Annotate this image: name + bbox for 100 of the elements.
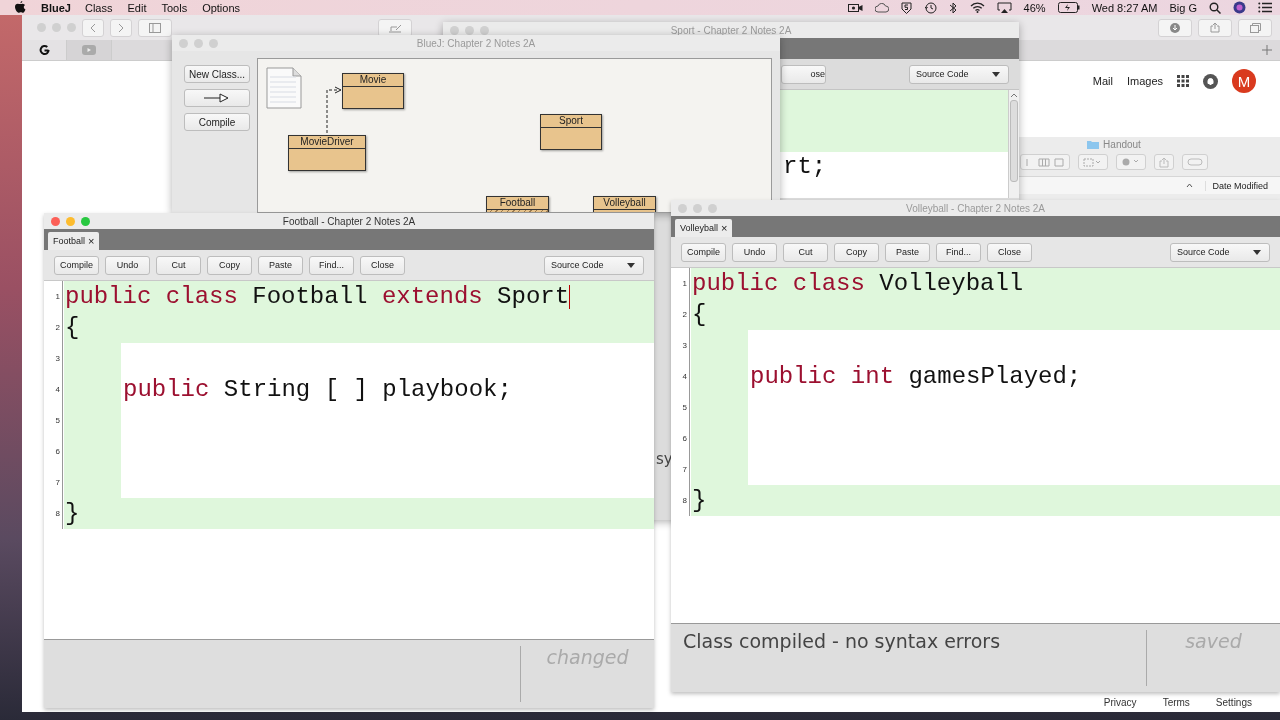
toolbar-button[interactable]: Copy — [834, 242, 879, 262]
tab-close[interactable]: × — [721, 222, 728, 234]
minimize-light[interactable] — [194, 38, 203, 48]
toolbar-button[interactable]: Cut — [156, 255, 201, 275]
browser-tab[interactable] — [22, 40, 67, 60]
minimize-light[interactable] — [693, 203, 702, 213]
user-name[interactable]: Big G — [1169, 1, 1197, 14]
toolbar-button[interactable]: Find... — [936, 242, 981, 262]
toolbar-button[interactable]: Undo — [732, 242, 777, 262]
header-link[interactable]: Images — [1126, 75, 1163, 87]
minimize-light[interactable] — [52, 23, 61, 32]
tag-button[interactable] — [1182, 154, 1208, 170]
toolbar-button[interactable]: New Class... — [184, 65, 250, 83]
inheritance-arrow-button[interactable] — [184, 89, 250, 107]
class-box[interactable]: Volleyball — [593, 196, 656, 212]
apple-icon[interactable] — [15, 1, 26, 14]
code-line: { — [64, 313, 80, 343]
action-button[interactable] — [1116, 154, 1146, 170]
code-line: } — [691, 486, 707, 516]
document-icon[interactable] — [266, 67, 302, 109]
menu-item[interactable]: Options — [202, 1, 241, 14]
close-light[interactable] — [179, 38, 188, 48]
toolbar-button[interactable]: Compile — [54, 255, 99, 275]
zoom-light[interactable] — [708, 203, 717, 213]
caret-icon — [627, 262, 635, 268]
list-icon[interactable] — [1258, 2, 1272, 13]
tab-close[interactable]: × — [88, 235, 95, 247]
menu-app-name[interactable]: BlueJ — [41, 1, 71, 14]
bluetooth-icon[interactable] — [948, 1, 958, 14]
line-number: 4 — [671, 361, 690, 392]
menu-item[interactable]: Class — [84, 1, 113, 14]
close-light[interactable] — [450, 25, 459, 35]
view-select[interactable]: Source Code — [1170, 242, 1270, 262]
compose-button[interactable] — [378, 18, 412, 37]
share-icon — [1159, 156, 1169, 168]
battery-icon[interactable] — [1057, 2, 1080, 13]
footer-link[interactable]: Terms — [1162, 697, 1190, 708]
class-box[interactable]: Movie — [342, 73, 404, 109]
footer-link[interactable]: Settings — [1215, 697, 1252, 708]
zoom-light[interactable] — [81, 216, 90, 226]
share-button[interactable] — [1154, 154, 1174, 170]
sidebar-icon — [149, 22, 161, 33]
view-toggle[interactable] — [1020, 154, 1070, 170]
back-button[interactable] — [82, 18, 104, 37]
siri-icon[interactable] — [1233, 1, 1246, 14]
toolbar-button[interactable]: Paste — [258, 255, 303, 275]
editor-tab[interactable]: Football × — [48, 232, 100, 250]
menu-clock[interactable]: Wed 8:27 AM — [1091, 1, 1158, 14]
download-button[interactable] — [1158, 18, 1192, 37]
toolbar-button[interactable]: Paste — [885, 242, 930, 262]
sort-caret-icon[interactable] — [1186, 183, 1194, 188]
airplay-icon[interactable] — [996, 1, 1012, 14]
cloud-icon[interactable] — [874, 2, 889, 13]
view-select[interactable]: Source Code — [909, 64, 1009, 84]
status-message: sy — [656, 450, 673, 468]
minimize-light[interactable] — [465, 25, 474, 35]
toolbar-button[interactable]: ose — [781, 64, 826, 84]
zoom-light[interactable] — [67, 23, 76, 32]
toolbar-button[interactable]: Compile — [184, 113, 250, 131]
header-link[interactable]: Mail — [1092, 75, 1113, 87]
sidebar-button[interactable] — [138, 18, 172, 37]
toolbar-button[interactable]: Find... — [309, 255, 354, 275]
line-number: 2 — [671, 299, 690, 330]
menu-item[interactable]: Tools — [161, 1, 188, 14]
view-modes-icon — [1025, 157, 1065, 167]
zoom-light[interactable] — [209, 38, 218, 48]
toolbar-button[interactable]: Cut — [783, 242, 828, 262]
view-select[interactable]: Source Code — [544, 255, 644, 275]
avatar[interactable]: M — [1232, 69, 1256, 93]
editor-tab[interactable]: Volleyball × — [675, 219, 733, 237]
zoom-light[interactable] — [480, 25, 489, 35]
close-light[interactable] — [37, 23, 46, 32]
class-box[interactable]: Football — [486, 196, 549, 212]
shield-icon[interactable] — [900, 1, 912, 14]
class-box[interactable]: MovieDriver — [288, 135, 366, 171]
camera-icon[interactable] — [847, 2, 863, 13]
window-title: Volleyball - Chapter 2 Notes 2A — [906, 202, 1045, 214]
footer-link[interactable]: Privacy — [1103, 697, 1137, 708]
scroll-up-icon[interactable] — [1010, 92, 1018, 98]
tabs-icon — [1249, 22, 1261, 33]
class-box[interactable]: Sport — [540, 114, 602, 150]
apps-grid-icon[interactable] — [1177, 75, 1189, 87]
close-light[interactable] — [678, 203, 687, 213]
caret-icon — [1253, 249, 1261, 255]
scrollbar[interactable] — [1008, 90, 1019, 198]
close-light[interactable] — [51, 216, 60, 226]
forward-button[interactable] — [110, 18, 132, 37]
new-tab-icon[interactable] — [1262, 45, 1272, 55]
toolbar-button[interactable]: Copy — [207, 255, 252, 275]
menu-item[interactable]: Edit — [127, 1, 147, 14]
toolbar-button[interactable]: Undo — [105, 255, 150, 275]
wifi-icon[interactable] — [969, 2, 985, 13]
search-icon[interactable] — [1209, 1, 1221, 14]
column-header[interactable]: Date Modified — [1205, 180, 1268, 191]
arrange-button[interactable] — [1078, 154, 1108, 170]
toolbar-button[interactable]: Close — [987, 242, 1032, 262]
toolbar-button[interactable]: Close — [360, 255, 405, 275]
clock-icon[interactable] — [923, 1, 937, 14]
minimize-light[interactable] — [66, 216, 75, 226]
toolbar-button[interactable]: Compile — [681, 242, 726, 262]
